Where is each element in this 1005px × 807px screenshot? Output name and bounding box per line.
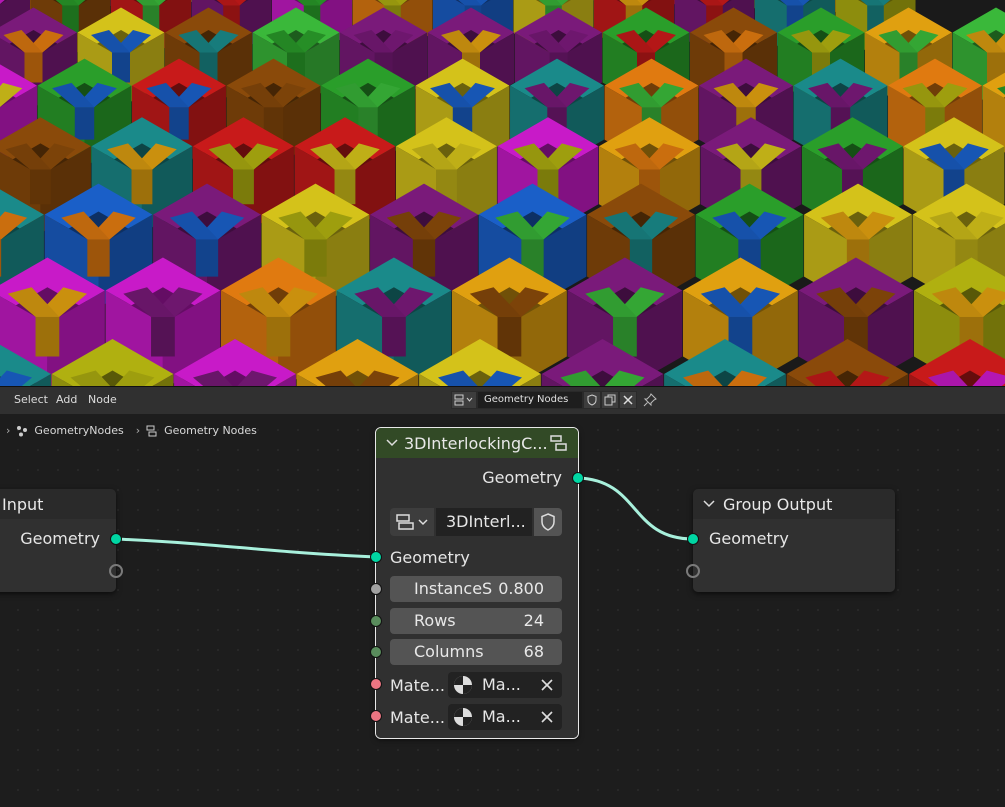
field-value: 68 <box>523 642 544 661</box>
columns-field[interactable]: Columns 68 <box>390 639 562 665</box>
material-field-2[interactable]: Ma... <box>448 704 562 730</box>
unlink-x-icon[interactable] <box>540 678 554 692</box>
output-socket-empty[interactable] <box>109 564 123 578</box>
node-tree-icon <box>396 514 428 530</box>
collapse-chevron-icon[interactable] <box>386 438 398 448</box>
field-label: Columns <box>414 642 484 661</box>
socket-label-geometry: Geometry <box>20 529 100 548</box>
field-label: Rows <box>414 611 456 630</box>
socket-label-material-2: Mate... <box>390 708 445 727</box>
output-socket-geometry[interactable] <box>572 472 584 484</box>
collapse-chevron-icon[interactable] <box>703 499 715 509</box>
node-group-icon <box>550 435 567 451</box>
group-tree-name[interactable]: 3DInterl... <box>436 508 532 536</box>
field-label: InstanceS <box>414 579 493 598</box>
link-group-to-output <box>577 476 694 541</box>
node-title: 3DInterlockingC... <box>404 433 548 453</box>
input-socket-instance-scale[interactable] <box>370 583 382 595</box>
rows-field[interactable]: Rows 24 <box>390 608 562 634</box>
group-output-header[interactable]: Group Output <box>693 489 895 519</box>
group-node-3d-interlocking[interactable]: 3DInterlockingC... Geometry 3DInterl... … <box>375 427 579 739</box>
material-icon <box>454 708 472 726</box>
group-node-header[interactable]: 3DInterlockingC... <box>376 428 578 458</box>
output-socket-geometry[interactable] <box>110 533 122 545</box>
input-socket-empty[interactable] <box>686 564 700 578</box>
node-title: Group Output <box>723 494 833 514</box>
group-tree-dropdown[interactable] <box>390 508 434 536</box>
input-socket-geometry[interactable] <box>370 551 382 563</box>
instance-scale-field[interactable]: InstanceS 0.800 <box>390 576 562 602</box>
socket-label-geometry-out: Geometry <box>482 468 562 487</box>
input-socket-columns[interactable] <box>370 646 382 658</box>
field-value: 24 <box>523 611 544 630</box>
material-field-1[interactable]: Ma... <box>448 672 562 698</box>
unlink-x-icon[interactable] <box>540 710 554 724</box>
input-socket-material-1[interactable] <box>370 678 382 690</box>
material-name: Ma... <box>482 675 521 694</box>
node-title: Input <box>0 489 116 519</box>
link-input-to-group <box>115 537 377 559</box>
input-socket-material-2[interactable] <box>370 710 382 722</box>
field-value: 0.800 <box>498 579 544 598</box>
input-socket-geometry[interactable] <box>687 533 699 545</box>
socket-label-material-1: Mate... <box>390 676 445 695</box>
fake-user-shield-icon[interactable] <box>534 508 562 536</box>
socket-label-geometry: Geometry <box>709 529 789 548</box>
material-icon <box>454 676 472 694</box>
material-name: Ma... <box>482 707 521 726</box>
input-socket-rows[interactable] <box>370 615 382 627</box>
group-input-node[interactable]: Input Geometry <box>0 489 116 592</box>
group-output-node[interactable]: Group Output Geometry <box>693 489 895 592</box>
socket-label-geometry-in: Geometry <box>390 548 470 567</box>
